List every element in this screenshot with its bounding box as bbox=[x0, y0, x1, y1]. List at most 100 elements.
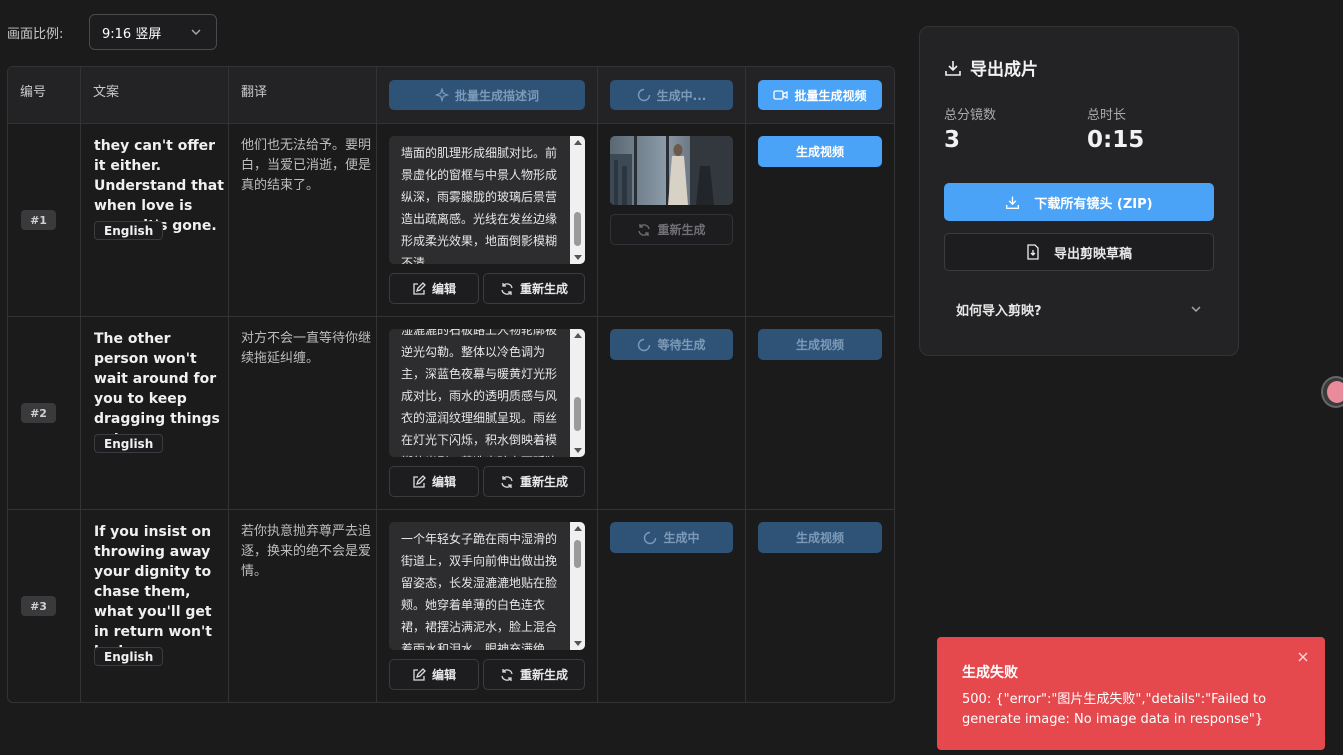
spinner-icon bbox=[643, 531, 657, 545]
table-row: #2 The other person won't wait around fo… bbox=[8, 317, 894, 510]
toast-message: 500: {"error":"图片生成失败","details":"Failed… bbox=[962, 692, 1267, 727]
export-jianying-draft-button[interactable]: 导出剪映草稿 bbox=[944, 233, 1214, 271]
language-badge: English bbox=[94, 221, 164, 240]
generated-image-thumbnail[interactable] bbox=[610, 136, 733, 205]
total-shots-label: 总分镜数 bbox=[944, 108, 997, 123]
table-row: #3 If you insist on throwing away your d… bbox=[8, 510, 894, 702]
edit-label: 编辑 bbox=[431, 668, 456, 682]
description-text: 墙面的肌理形成细腻对比。前景虚化的窗框与中景人物形成纵深，雨雾朦胧的玻璃后景营造… bbox=[401, 146, 558, 264]
spinner-icon bbox=[637, 88, 651, 102]
shot-number-badge: #2 bbox=[21, 403, 56, 423]
generate-image-label: 生成中 bbox=[663, 531, 700, 545]
regenerate-image-button[interactable]: 重新生成 bbox=[610, 214, 733, 245]
how-to-import-label: 如何导入剪映? bbox=[956, 303, 1042, 319]
regenerate-description-button[interactable]: 重新生成 bbox=[483, 466, 585, 497]
scroll-up-icon[interactable] bbox=[574, 333, 582, 338]
header-number: 编号 bbox=[20, 85, 47, 100]
export-panel: 导出成片 总分镜数 3 总时长 0:15 下载所有镜头 (ZIP) 导出剪映草稿… bbox=[919, 26, 1239, 356]
file-download-icon bbox=[1026, 244, 1040, 260]
scroll-thumb[interactable] bbox=[574, 540, 581, 568]
generate-image-label: 等待生成 bbox=[657, 338, 706, 352]
description-textarea[interactable]: 一个年轻女子跪在雨中湿滑的街道上，双手向前伸出做出挽留姿态，长发湿漉漉地贴在脸颊… bbox=[389, 522, 585, 650]
edit-icon bbox=[412, 474, 426, 489]
description-textarea[interactable]: 湿漉漉的石板路上人物轮廓被逆光勾勒。整体以冷色调为主，深蓝色夜幕与暖黄灯光形成对… bbox=[389, 329, 585, 457]
sparkle-icon bbox=[434, 88, 449, 102]
chevron-down-icon bbox=[1190, 303, 1202, 315]
scroll-up-icon[interactable] bbox=[574, 526, 582, 531]
header-translation: 翻译 bbox=[241, 85, 268, 100]
download-icon bbox=[944, 59, 962, 77]
aspect-ratio-value: 9:16 竖屏 bbox=[102, 26, 162, 42]
table-row: #1 they can't offer it either. Understan… bbox=[8, 124, 894, 317]
batch-generate-images-button[interactable]: 生成中... bbox=[610, 80, 733, 110]
copy-text: If you insist on throwing away your dign… bbox=[94, 524, 212, 660]
edit-icon bbox=[412, 667, 426, 682]
download-all-label: 下载所有镜头 (ZIP) bbox=[1034, 196, 1153, 212]
total-shots-value: 3 bbox=[944, 127, 961, 153]
translation-text: 他们也无法给予。要明白，当爱已消逝，便是真的结束了。 bbox=[241, 138, 372, 193]
edit-description-button[interactable]: 编辑 bbox=[389, 273, 479, 304]
export-draft-label: 导出剪映草稿 bbox=[1053, 246, 1132, 262]
edit-label: 编辑 bbox=[431, 475, 456, 489]
download-all-zip-button[interactable]: 下载所有镜头 (ZIP) bbox=[944, 183, 1214, 221]
scroll-thumb[interactable] bbox=[574, 212, 581, 246]
chevron-down-icon bbox=[190, 26, 202, 38]
generate-video-button[interactable]: 生成视频 bbox=[758, 329, 882, 360]
storyboard-table: 编号 文案 翻译 批量生成描述词 生成中... 批量生成视频 #1 they c… bbox=[7, 66, 895, 703]
batch-generate-descriptions-label: 批量生成描述词 bbox=[454, 88, 539, 103]
export-header: 导出成片 bbox=[944, 55, 1038, 80]
header-copy: 文案 bbox=[93, 85, 120, 100]
refresh-icon bbox=[500, 282, 514, 296]
edit-description-button[interactable]: 编辑 bbox=[389, 466, 479, 497]
regenerate-description-button[interactable]: 重新生成 bbox=[483, 273, 585, 304]
scrollbar[interactable] bbox=[570, 136, 585, 264]
batch-generate-images-label: 生成中... bbox=[656, 88, 707, 103]
scroll-down-icon[interactable] bbox=[574, 448, 582, 453]
scroll-down-icon[interactable] bbox=[574, 255, 582, 260]
translation-text: 对方不会一直等待你继续拖延纠缠。 bbox=[241, 331, 372, 366]
aspect-ratio-label: 画面比例: bbox=[7, 27, 64, 42]
generate-video-button[interactable]: 生成视频 bbox=[758, 136, 882, 167]
close-icon[interactable] bbox=[1297, 651, 1309, 663]
spinner-icon bbox=[637, 338, 651, 352]
scroll-down-icon[interactable] bbox=[574, 641, 582, 646]
total-duration-value: 0:15 bbox=[1087, 127, 1145, 153]
how-to-import-accordion[interactable]: 如何导入剪映? bbox=[944, 289, 1214, 329]
translation-text: 若你执意抛弃尊严去追逐，换来的绝不会是爱情。 bbox=[241, 524, 372, 579]
download-icon bbox=[1005, 195, 1020, 210]
refresh-icon bbox=[637, 223, 651, 237]
scroll-thumb[interactable] bbox=[574, 397, 581, 431]
toast-title: 生成失败 bbox=[962, 665, 1018, 681]
shot-number-badge: #3 bbox=[21, 596, 56, 616]
description-textarea[interactable]: 墙面的肌理形成细腻对比。前景虚化的窗框与中景人物形成纵深，雨雾朦胧的玻璃后景营造… bbox=[389, 136, 585, 264]
edit-label: 编辑 bbox=[431, 282, 456, 296]
export-title: 导出成片 bbox=[970, 60, 1038, 80]
shot-number-badge: #1 bbox=[21, 210, 56, 230]
scroll-up-icon[interactable] bbox=[574, 140, 582, 145]
batch-generate-videos-label: 批量生成视频 bbox=[794, 88, 867, 103]
copy-text: The other person won't wait around for y… bbox=[94, 331, 220, 447]
aspect-ratio-select[interactable]: 9:16 竖屏 bbox=[89, 14, 217, 50]
scrollbar[interactable] bbox=[570, 329, 585, 457]
language-badge: English bbox=[94, 434, 164, 453]
scrollbar[interactable] bbox=[570, 522, 585, 650]
generate-image-button[interactable]: 等待生成 bbox=[610, 329, 733, 360]
edit-description-button[interactable]: 编辑 bbox=[389, 659, 479, 690]
refresh-icon bbox=[500, 668, 514, 682]
edit-icon bbox=[412, 281, 426, 296]
language-badge: English bbox=[94, 647, 164, 666]
floating-assistant-button[interactable] bbox=[1321, 376, 1343, 408]
assistant-icon bbox=[1327, 381, 1343, 403]
generate-image-button[interactable]: 生成中 bbox=[610, 522, 733, 553]
total-duration-label: 总时长 bbox=[1087, 108, 1127, 123]
description-text: 一个年轻女子跪在雨中湿滑的街道上，双手向前伸出做出挽留姿态，长发湿漉漉地贴在脸颊… bbox=[401, 532, 558, 650]
regenerate-label: 重新生成 bbox=[519, 668, 568, 682]
regenerate-label: 重新生成 bbox=[519, 282, 568, 296]
description-text: 湿漉漉的石板路上人物轮廓被逆光勾勒。整体以冷色调为主，深蓝色夜幕与暖黄灯光形成对… bbox=[401, 329, 558, 457]
regenerate-description-button[interactable]: 重新生成 bbox=[483, 659, 585, 690]
regenerate-image-label: 重新生成 bbox=[657, 223, 706, 237]
video-camera-icon bbox=[773, 89, 789, 101]
batch-generate-videos-button[interactable]: 批量生成视频 bbox=[758, 80, 882, 110]
batch-generate-descriptions-button[interactable]: 批量生成描述词 bbox=[389, 80, 585, 110]
generate-video-button[interactable]: 生成视频 bbox=[758, 522, 882, 553]
